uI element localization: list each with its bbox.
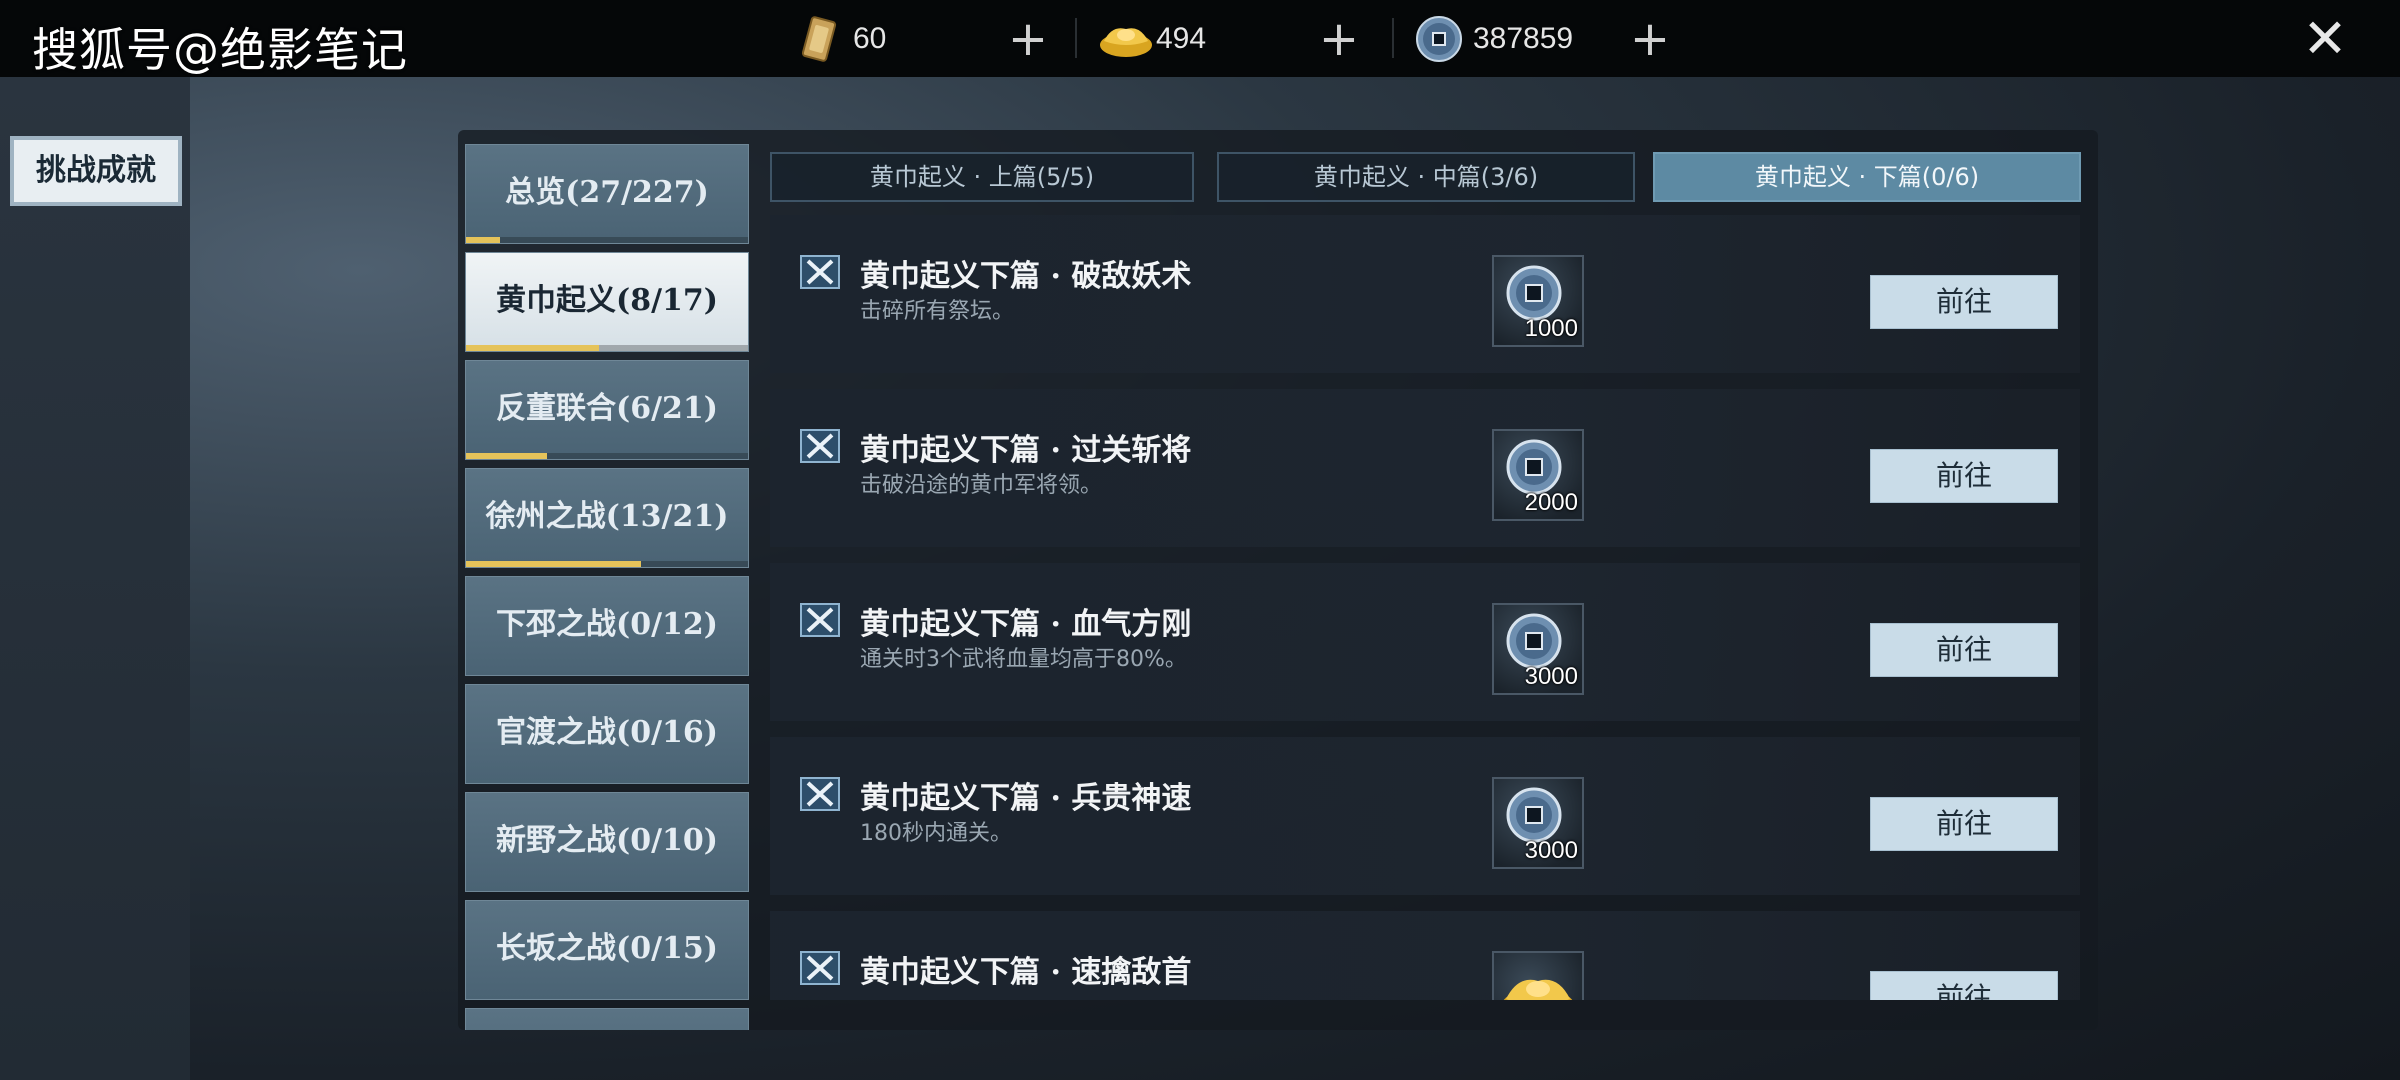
category-list[interactable]: 总览(27/227) 黄巾起义(8/17) 反董联合(6/21) 徐州之战(13…: [462, 140, 752, 1030]
reward-slot[interactable]: 2000: [1492, 429, 1584, 521]
category-xinye[interactable]: 新野之战(0/10): [465, 792, 749, 892]
currency-tokens: 60: [795, 12, 886, 66]
reward-quantity: 1000: [1524, 315, 1578, 342]
go-button[interactable]: 前往: [1870, 449, 2058, 503]
category-progress-track: [466, 237, 748, 243]
task-description: 通关时3个武将血量均高于80%。: [860, 647, 1187, 672]
task-description: 击碎所有祭坛。: [860, 299, 1015, 324]
add-coins-button[interactable]: +: [1625, 14, 1675, 64]
go-button[interactable]: 前往: [1870, 623, 2058, 677]
crossed-swords-icon: [800, 429, 840, 463]
go-button[interactable]: 前往: [1870, 971, 2058, 1000]
gold-ingot-icon: [1098, 15, 1152, 63]
tokens-value: 60: [853, 22, 887, 55]
tab-part-2[interactable]: 黄巾起义 · 中篇(3/6): [1217, 152, 1635, 202]
category-progress-track: [466, 453, 748, 459]
list-item: 黄巾起义下篇 · 速擒敌首 前往: [770, 911, 2080, 1000]
coins-value: 387859: [1473, 22, 1574, 55]
gold-ingot-icon: [1494, 953, 1582, 1000]
reward-quantity: 2000: [1524, 489, 1578, 516]
copper-coin-icon: [1415, 15, 1463, 63]
category-progress-fill: [466, 561, 641, 567]
token-card-icon: [795, 15, 843, 63]
category-progress-fill: [466, 345, 599, 351]
add-tokens-button[interactable]: +: [1003, 14, 1053, 64]
list-item: 黄巾起义下篇 · 血气方刚 通关时3个武将血量均高于80%。 3000 前往: [770, 563, 2080, 721]
list-item: 黄巾起义下篇 · 兵贵神速 180秒内通关。 3000 前往: [770, 737, 2080, 895]
currency-coins: 387859: [1415, 12, 1573, 66]
reward-slot[interactable]: [1492, 951, 1584, 1000]
list-item: 黄巾起义下篇 · 破敌妖术 击碎所有祭坛。 1000 前往: [770, 215, 2080, 373]
category-xuzhou[interactable]: 徐州之战(13/21): [465, 468, 749, 568]
reward-slot[interactable]: 3000: [1492, 777, 1584, 869]
category-anti-dong[interactable]: 反董联合(6/21): [465, 360, 749, 460]
crossed-swords-icon: [800, 777, 840, 811]
tab-part-3[interactable]: 黄巾起义 · 下篇(0/6): [1653, 152, 2081, 202]
category-overview[interactable]: 总览(27/227): [465, 144, 749, 244]
watermark-text: 搜狐号@绝影笔记: [32, 23, 408, 77]
add-gold-button[interactable]: +: [1314, 14, 1364, 64]
category-guandu[interactable]: 官渡之战(0/16): [465, 684, 749, 784]
currency-gold: 494: [1098, 12, 1206, 66]
reward-quantity: 3000: [1524, 663, 1578, 690]
close-button[interactable]: ✕: [2300, 12, 2350, 66]
category-changban[interactable]: 长坂之战(0/15): [465, 900, 749, 1000]
list-item: 黄巾起义下篇 · 过关斩将 击破沿途的黄巾军将领。 2000 前往: [770, 389, 2080, 547]
task-title: 黄巾起义下篇 · 兵贵神速: [860, 781, 1192, 816]
divider: [1075, 18, 1077, 58]
category-xiapi[interactable]: 下邳之战(0/12): [465, 576, 749, 676]
crossed-swords-icon: [800, 951, 840, 985]
reward-slot[interactable]: 3000: [1492, 603, 1584, 695]
task-title: 黄巾起义下篇 · 破敌妖术: [860, 259, 1192, 294]
task-title: 黄巾起义下篇 · 血气方刚: [860, 607, 1192, 642]
task-title: 黄巾起义下篇 · 过关斩将: [860, 433, 1192, 468]
category-progress-track: [466, 345, 748, 351]
category-yellow-turban[interactable]: 黄巾起义(8/17): [465, 252, 749, 352]
task-list[interactable]: 黄巾起义下篇 · 破敌妖术 击碎所有祭坛。 1000 前往 黄巾起义下篇 · 过…: [770, 215, 2080, 1000]
category-progress-track: [466, 561, 748, 567]
task-description: 180秒内通关。: [860, 821, 1012, 846]
reward-quantity: 3000: [1524, 837, 1578, 864]
category-progress-fill: [466, 453, 547, 459]
top-bar: 搜狐号@绝影笔记 60 + 494 + 387859 + ✕: [0, 0, 2400, 77]
gold-value: 494: [1156, 22, 1207, 55]
go-button[interactable]: 前往: [1870, 797, 2058, 851]
task-title: 黄巾起义下篇 · 速擒敌首: [860, 955, 1192, 990]
task-description: 击破沿途的黄巾军将领。: [860, 473, 1103, 498]
crossed-swords-icon: [800, 255, 840, 289]
go-button[interactable]: 前往: [1870, 275, 2058, 329]
category-progress-fill: [466, 237, 500, 243]
crossed-swords-icon: [800, 603, 840, 637]
category-next-partial[interactable]: [465, 1008, 749, 1030]
divider: [1392, 18, 1394, 58]
tab-challenge-achievements[interactable]: 挑战成就: [10, 136, 182, 206]
reward-slot[interactable]: 1000: [1492, 255, 1584, 347]
tab-part-1[interactable]: 黄巾起义 · 上篇(5/5): [770, 152, 1194, 202]
left-side-panel: [0, 77, 190, 1080]
